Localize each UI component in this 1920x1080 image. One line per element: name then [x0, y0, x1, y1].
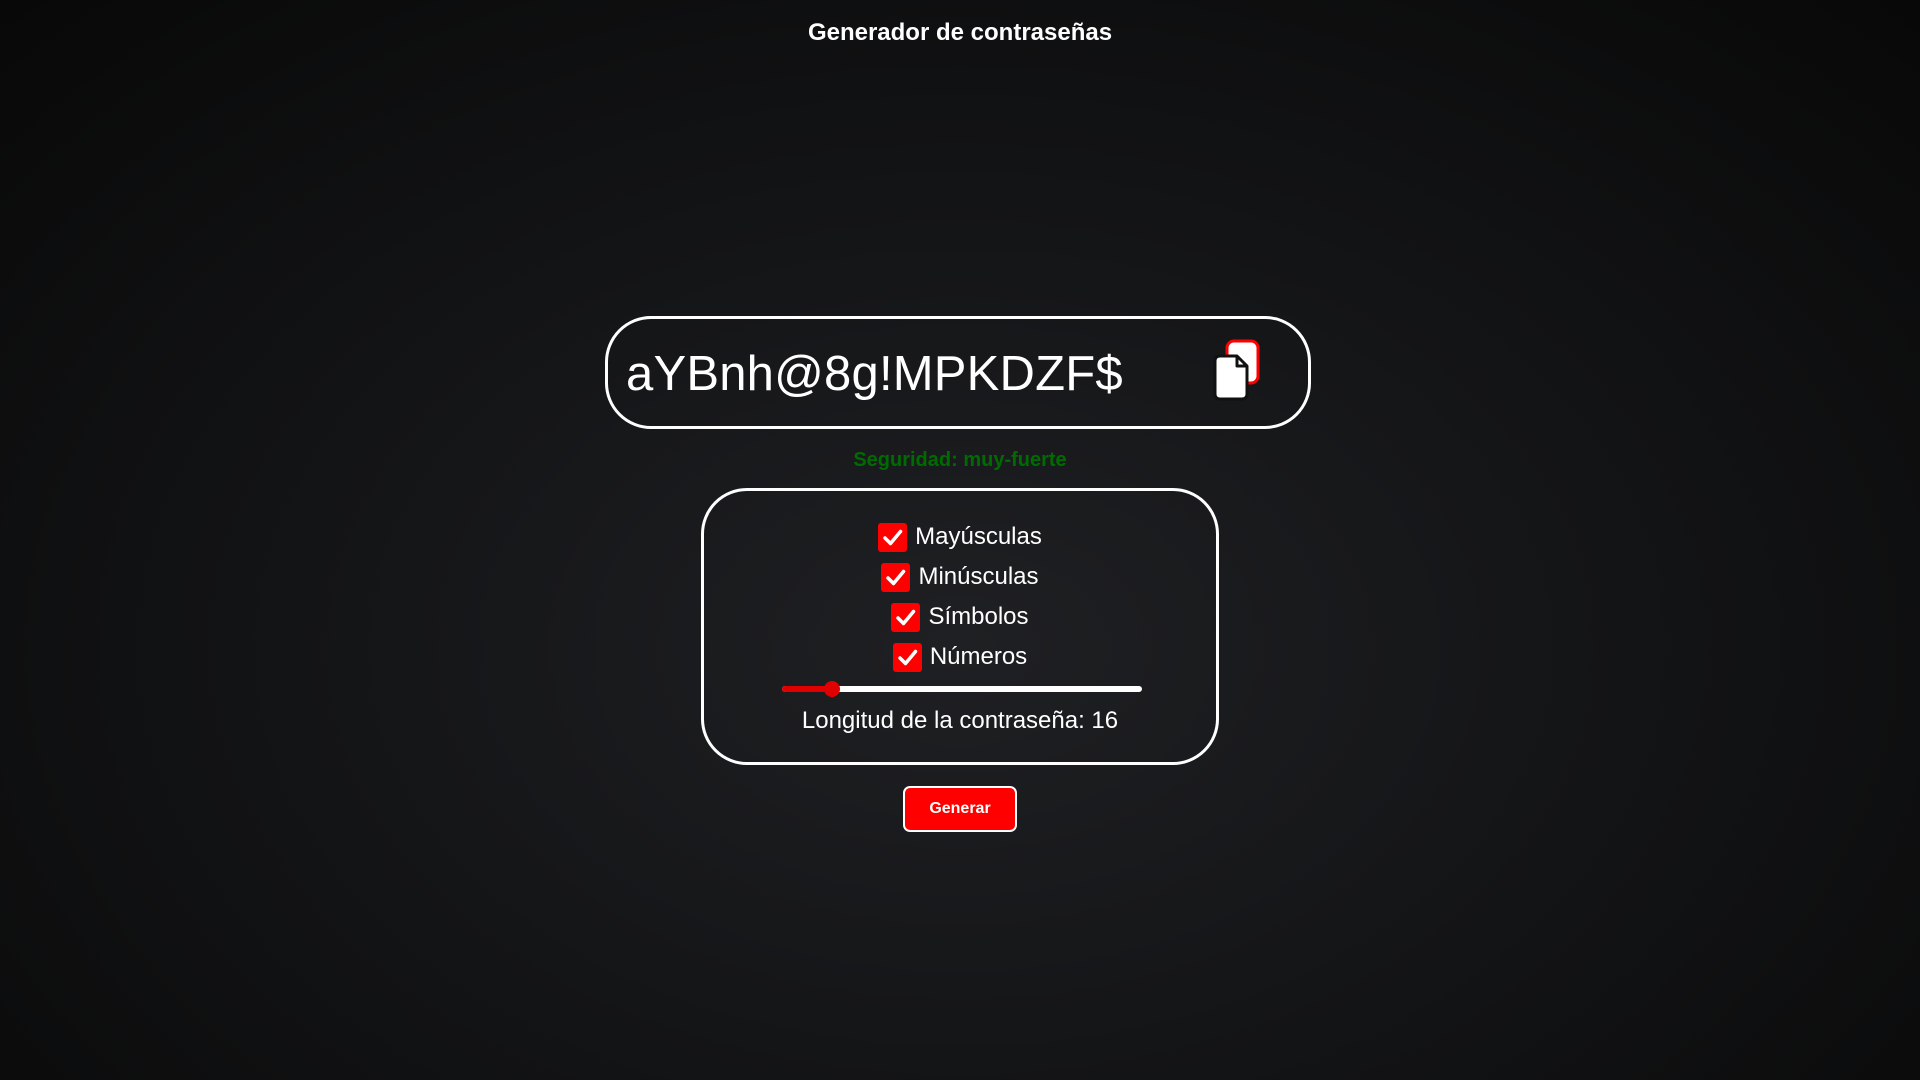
- numbers-checkbox[interactable]: [892, 642, 922, 672]
- uppercase-checkbox[interactable]: [878, 522, 908, 552]
- copy-button[interactable]: [1213, 339, 1261, 405]
- symbols-label: Símbolos: [928, 603, 1029, 630]
- password-display: aYBnh@8g!MPKDZF$: [605, 316, 1311, 429]
- option-lowercase[interactable]: Minúsculas: [704, 562, 1216, 592]
- check-icon: [886, 569, 906, 585]
- check-icon: [883, 529, 903, 545]
- strength-indicator: Seguridad: muy-fuerte: [853, 449, 1067, 471]
- length-slider[interactable]: [782, 681, 1142, 697]
- check-icon: [896, 609, 916, 625]
- length-slider-thumb[interactable]: [824, 681, 841, 697]
- option-uppercase[interactable]: Mayúsculas: [704, 522, 1216, 552]
- check-icon: [898, 649, 918, 665]
- option-symbols[interactable]: Símbolos: [704, 602, 1216, 632]
- lowercase-checkbox[interactable]: [881, 562, 911, 592]
- length-label: Longitud de la contraseña: 16: [801, 707, 1119, 734]
- symbols-checkbox[interactable]: [891, 602, 921, 632]
- copy-icon: [1213, 339, 1260, 401]
- page-title: Generador de contraseñas: [807, 19, 1113, 46]
- options-panel: Mayúsculas Minúsculas Símbolos Números L…: [701, 488, 1219, 765]
- uppercase-label: Mayúsculas: [915, 523, 1042, 550]
- numbers-label: Números: [929, 643, 1028, 670]
- option-numbers[interactable]: Números: [704, 642, 1216, 672]
- lowercase-label: Minúsculas: [918, 563, 1039, 590]
- generate-button[interactable]: Generar: [903, 786, 1017, 832]
- password-text: aYBnh@8g!MPKDZF$: [626, 347, 1123, 401]
